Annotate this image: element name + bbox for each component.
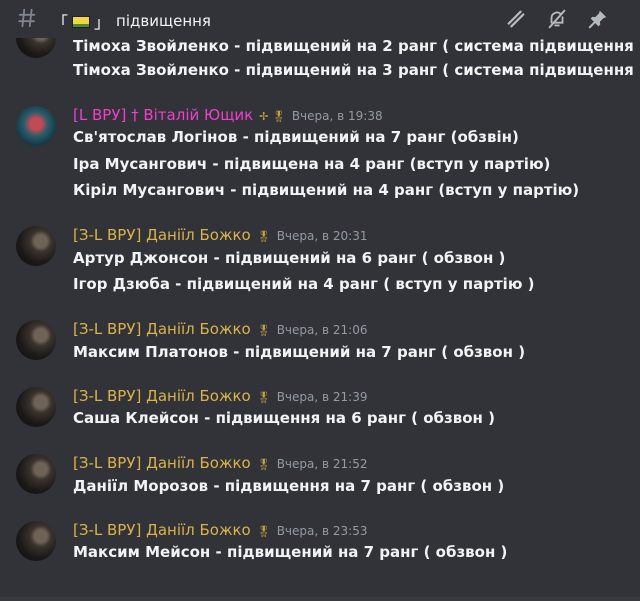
- username[interactable]: [З-L ВРУ] Даніїл Божко: [73, 226, 251, 244]
- timestamp[interactable]: Вчера, в 19:38: [292, 109, 383, 123]
- message-line: Артур Джонсон - підвищений на 6 ранг ( о…: [73, 249, 506, 267]
- message-line: Іра Мусангович - підвищена на 4 ранг (вс…: [73, 155, 551, 173]
- username[interactable]: [L ВРУ] † Віталій Ющик: [73, 106, 253, 124]
- avatar[interactable]: [16, 387, 56, 427]
- message-header: [З-L ВРУ] Даніїл Божко 🎖 Вчера, в 21:06: [73, 320, 367, 338]
- message-line: Кіріл Мусангович - підвищений на 4 ранг …: [73, 181, 580, 199]
- role-badge-icon: 🎖: [256, 525, 271, 538]
- channel-name: підвищення: [116, 12, 211, 30]
- message-line: Ігор Дзюба - підвищений на 4 ранг ( всту…: [73, 275, 535, 293]
- avatar[interactable]: [16, 226, 56, 266]
- message-line: Максим Мейсон - підвищений на 7 ранг ( о…: [73, 543, 508, 561]
- channel-title: 「 」 підвищення: [52, 12, 211, 32]
- pin-icon[interactable]: [587, 8, 609, 30]
- timestamp[interactable]: Вчера, в 20:31: [277, 229, 368, 243]
- message-input-edge: [0, 597, 640, 601]
- mute-bell-icon[interactable]: [546, 8, 568, 30]
- message-header: [З-L ВРУ] Даніїл Божко 🎖 Вчера, в 21:39: [73, 387, 367, 405]
- channel-header: 「 」 підвищення: [0, 0, 640, 38]
- timestamp[interactable]: Вчера, в 21:06: [277, 323, 368, 337]
- role-badge-icon: 🎖: [256, 458, 271, 471]
- message-line: Тімоха Звойленко - підвищений на 3 ранг …: [73, 61, 640, 79]
- message-header: [L ВРУ] † Віталій Ющик ✢ 🎖 Вчера, в 19:3…: [73, 106, 383, 124]
- message-header: [З-L ВРУ] Даніїл Божко 🎖 Вчера, в 23:53: [73, 521, 367, 539]
- threads-icon[interactable]: [505, 8, 527, 30]
- username[interactable]: [З-L ВРУ] Даніїл Божко: [73, 387, 251, 405]
- avatar[interactable]: [16, 320, 56, 360]
- avatar[interactable]: [16, 106, 56, 146]
- discord-channel-view: Тімоха Звойленко - підвищений на 2 ранг …: [0, 0, 640, 601]
- role-badge-icon: 🎖: [256, 391, 271, 404]
- timestamp[interactable]: Вчера, в 23:53: [277, 524, 368, 538]
- timestamp[interactable]: Вчера, в 21:39: [277, 390, 368, 404]
- role-badge-icon: ✢ 🎖: [259, 110, 286, 123]
- message-line: Даніїл Морозов - підвищення на 7 ранг ( …: [73, 477, 505, 495]
- message-list: Тімоха Звойленко - підвищений на 2 ранг …: [0, 0, 640, 601]
- message-header: [З-L ВРУ] Даніїл Божко 🎖 Вчера, в 20:31: [73, 226, 367, 244]
- message-line: Саша Клейсон - підвищення на 6 ранг ( об…: [73, 409, 495, 427]
- message-line: Св'ятослав Логінов - підвищений на 7 ран…: [73, 128, 519, 146]
- role-badge-icon: 🎖: [256, 324, 271, 337]
- username[interactable]: [З-L ВРУ] Даніїл Божко: [73, 521, 251, 539]
- username[interactable]: [З-L ВРУ] Даніїл Божко: [73, 320, 251, 338]
- avatar[interactable]: [16, 454, 56, 494]
- hash-icon: [16, 7, 38, 29]
- flag-emoji-icon: [72, 16, 91, 28]
- timestamp[interactable]: Вчера, в 21:52: [277, 457, 368, 471]
- message-line: Максим Платонов - підвищений на 7 ранг (…: [73, 343, 526, 361]
- message-header: [З-L ВРУ] Даніїл Божко 🎖 Вчера, в 21:52: [73, 454, 367, 472]
- username[interactable]: [З-L ВРУ] Даніїл Божко: [73, 454, 251, 472]
- message-line: Тімоха Звойленко - підвищений на 2 ранг …: [73, 37, 640, 55]
- avatar[interactable]: [16, 521, 56, 561]
- role-badge-icon: 🎖: [256, 230, 271, 243]
